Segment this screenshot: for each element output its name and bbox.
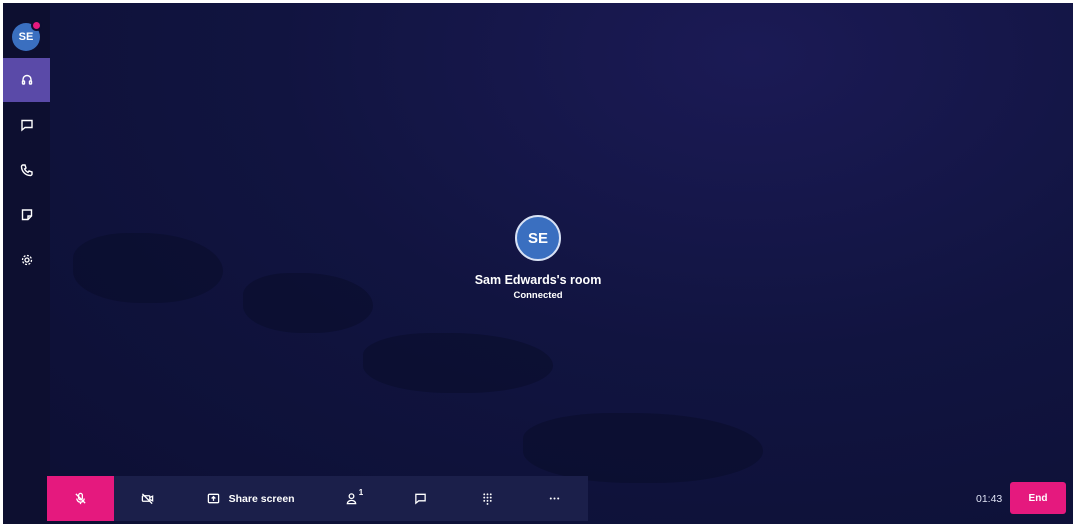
call-timer: 01:43: [976, 493, 1003, 505]
participants-button[interactable]: 1: [320, 476, 387, 521]
room-name: Sam Edwards's room: [474, 273, 602, 287]
call-toolbar: Share screen 1: [47, 476, 588, 521]
camera-off-icon: [141, 493, 154, 505]
camera-button[interactable]: [114, 476, 181, 521]
mic-off-icon: [75, 492, 86, 505]
sidebar-item-phone[interactable]: [3, 148, 50, 192]
more-options-button[interactable]: [521, 476, 588, 521]
notification-badge: [31, 20, 42, 31]
dialpad-icon: [483, 493, 492, 505]
person-icon: [346, 493, 357, 505]
background-shape: [523, 413, 763, 483]
background-shape: [363, 333, 553, 393]
user-initials: SE: [18, 31, 34, 43]
connection-status: Connected: [513, 290, 563, 301]
chat-icon: [415, 493, 427, 505]
sidebar-item-chat[interactable]: [3, 103, 50, 147]
sidebar-item-calls[interactable]: [3, 58, 50, 102]
end-call-button[interactable]: End: [1010, 482, 1066, 514]
mute-button[interactable]: [47, 476, 114, 521]
call-screen: SE SE Sam Edwards's room Connected: [3, 3, 1073, 524]
participants-count: 1: [358, 488, 364, 497]
call-info: SE Sam Edwards's room Connected: [3, 215, 1073, 301]
share-screen-label: Share screen: [228, 492, 295, 505]
share-screen-button[interactable]: Share screen: [181, 476, 321, 521]
chat-button[interactable]: [387, 476, 454, 521]
phone-icon: [20, 164, 33, 177]
share-screen-icon: [207, 493, 219, 504]
more-icon: [549, 497, 560, 500]
chat-icon: [20, 119, 33, 132]
dialpad-button[interactable]: [454, 476, 521, 521]
headset-icon: [21, 74, 32, 85]
participant-avatar: SE: [515, 215, 561, 261]
participant-initials: SE: [527, 229, 548, 247]
